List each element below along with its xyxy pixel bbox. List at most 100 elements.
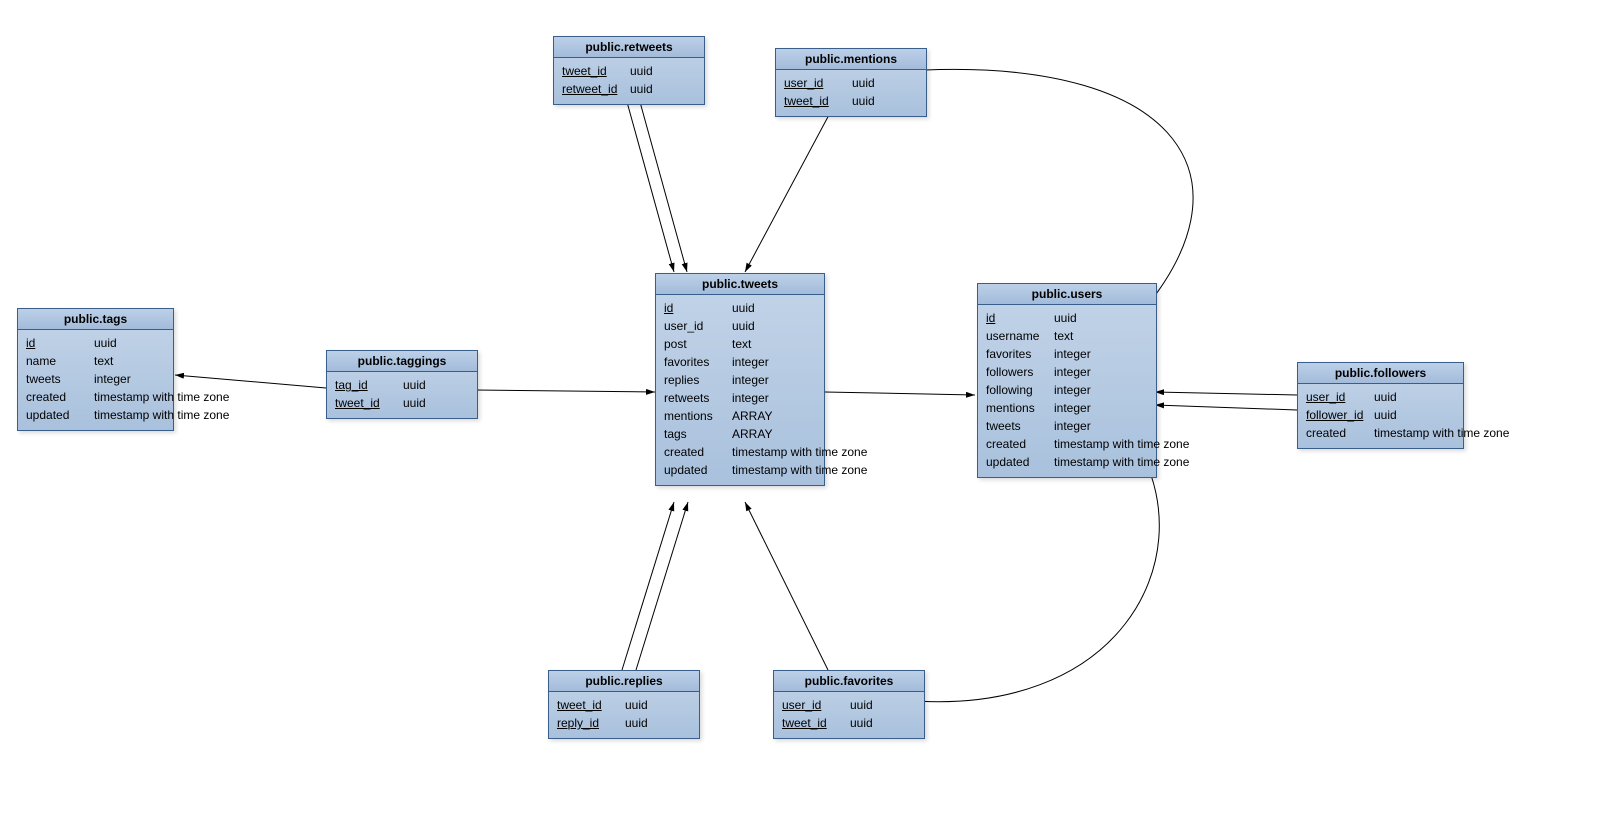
column-type: timestamp with time zone — [1054, 453, 1189, 471]
column-name: user_id — [784, 74, 842, 92]
column-row: iduuid — [986, 309, 1148, 327]
column-type: uuid — [850, 696, 873, 714]
column-row: tweetsinteger — [986, 417, 1148, 435]
column-row: tagsARRAY — [664, 425, 816, 443]
column-name: updated — [986, 453, 1044, 471]
column-type: timestamp with time zone — [94, 406, 229, 424]
column-row: iduuid — [664, 299, 816, 317]
column-name: tweet_id — [784, 92, 842, 110]
column-row: user_id uuid — [664, 317, 816, 335]
column-name: created — [26, 388, 84, 406]
column-type: uuid — [732, 299, 755, 317]
column-type: timestamp with time zone — [1374, 424, 1509, 442]
column-row: createdtimestamp with time zone — [1306, 424, 1455, 442]
column-type: integer — [1054, 363, 1091, 381]
column-type: integer — [1054, 345, 1091, 363]
column-name: id — [26, 334, 84, 352]
column-name: follower_id — [1306, 406, 1364, 424]
entity-body: iduuidnametexttweetsintegercreatedtimest… — [18, 330, 173, 430]
entity-favorites[interactable]: public.favorites user_iduuidtweet_iduuid — [773, 670, 925, 739]
column-type: text — [1054, 327, 1073, 345]
entity-taggings[interactable]: public.taggings tag_iduuidtweet_id uuid — [326, 350, 478, 419]
entity-mentions[interactable]: public.mentions user_iduuidtweet_id uuid — [775, 48, 927, 117]
column-row: followers integer — [986, 363, 1148, 381]
column-row: tweet_id uuid — [335, 394, 469, 412]
column-row: retweets integer — [664, 389, 816, 407]
column-type: uuid — [630, 62, 653, 80]
column-name: mentions — [986, 399, 1044, 417]
column-type: uuid — [850, 714, 873, 732]
column-type: text — [732, 335, 751, 353]
column-row: updatedtimestamp with time zone — [26, 406, 165, 424]
entity-body: tag_iduuidtweet_id uuid — [327, 372, 477, 418]
entity-tweets[interactable]: public.tweets iduuiduser_id uuid post textf… — [655, 273, 825, 486]
column-row: tweet_id uuid — [784, 92, 918, 110]
column-type: uuid — [732, 317, 755, 335]
entity-header: public.replies — [549, 671, 699, 692]
column-row: updatedtimestamp with time zone — [664, 461, 816, 479]
entity-body: user_iduuidfollower_iduuidcreatedtimesta… — [1298, 384, 1463, 448]
entity-users[interactable]: public.users iduuidusername textfavorites… — [977, 283, 1157, 478]
column-row: post text — [664, 335, 816, 353]
column-name: created — [986, 435, 1044, 453]
column-type: uuid — [625, 696, 648, 714]
column-type: ARRAY — [732, 407, 772, 425]
column-name: name — [26, 352, 84, 370]
column-name: tweet_id — [335, 394, 393, 412]
column-type: integer — [1054, 381, 1091, 399]
entity-retweets[interactable]: public.retweets tweet_iduuidretweet_iduu… — [553, 36, 705, 105]
column-name: user_id — [664, 317, 722, 335]
column-name: retweets — [664, 389, 722, 407]
entity-body: tweet_id uuidretweet_iduuid — [554, 58, 704, 104]
column-row: createdtimestamp with time zone — [26, 388, 165, 406]
column-row: user_id uuid — [1306, 388, 1455, 406]
entity-header: public.tags — [18, 309, 173, 330]
column-name: followers — [986, 363, 1044, 381]
column-name: updated — [664, 461, 722, 479]
column-type: timestamp with time zone — [732, 443, 867, 461]
entity-tags[interactable]: public.tags iduuidnametexttweetsintegerc… — [17, 308, 174, 431]
entity-replies[interactable]: public.replies tweet_iduuidreply_iduuid — [548, 670, 700, 739]
column-row: tweetsinteger — [26, 370, 165, 388]
entity-body: iduuidusernametextfavoritesintegerfollow… — [978, 305, 1156, 477]
entity-body: iduuiduser_id uuid post textfavoritesintege… — [656, 295, 824, 485]
entity-followers[interactable]: public.followers user_iduuidfollower_idu… — [1297, 362, 1464, 449]
entity-header: public.tweets — [656, 274, 824, 295]
column-type: uuid — [1374, 406, 1397, 424]
column-row: following integer — [986, 381, 1148, 399]
column-name: user_id — [1306, 388, 1364, 406]
column-row: reply_iduuid — [557, 714, 691, 732]
column-row: favoritesinteger — [986, 345, 1148, 363]
entity-header: public.users — [978, 284, 1156, 305]
column-type: integer — [732, 371, 769, 389]
column-name: following — [986, 381, 1044, 399]
column-name: user_id — [782, 696, 840, 714]
column-type: integer — [732, 389, 769, 407]
entity-body: tweet_iduuidreply_iduuid — [549, 692, 699, 738]
column-type: uuid — [403, 394, 426, 412]
column-type: integer — [732, 353, 769, 371]
column-name: updated — [26, 406, 84, 424]
column-type: text — [94, 352, 113, 370]
column-type: uuid — [852, 92, 875, 110]
column-name: created — [664, 443, 722, 461]
column-row: user_iduuid — [784, 74, 918, 92]
column-row: favoritesinteger — [664, 353, 816, 371]
column-name: tweet_id — [562, 62, 620, 80]
column-type: integer — [1054, 399, 1091, 417]
entity-header: public.mentions — [776, 49, 926, 70]
column-row: user_id uuid — [782, 696, 916, 714]
column-type: uuid — [1374, 388, 1397, 406]
column-name: username — [986, 327, 1044, 345]
column-type: uuid — [625, 714, 648, 732]
column-type: integer — [1054, 417, 1091, 435]
column-row: follower_id uuid — [1306, 406, 1455, 424]
column-row: retweet_iduuid — [562, 80, 696, 98]
entity-header: public.taggings — [327, 351, 477, 372]
column-row: tag_iduuid — [335, 376, 469, 394]
column-name: created — [1306, 424, 1364, 442]
column-name: post — [664, 335, 722, 353]
column-row: mentionsARRAY — [664, 407, 816, 425]
column-type: timestamp with time zone — [1054, 435, 1189, 453]
entity-header: public.favorites — [774, 671, 924, 692]
